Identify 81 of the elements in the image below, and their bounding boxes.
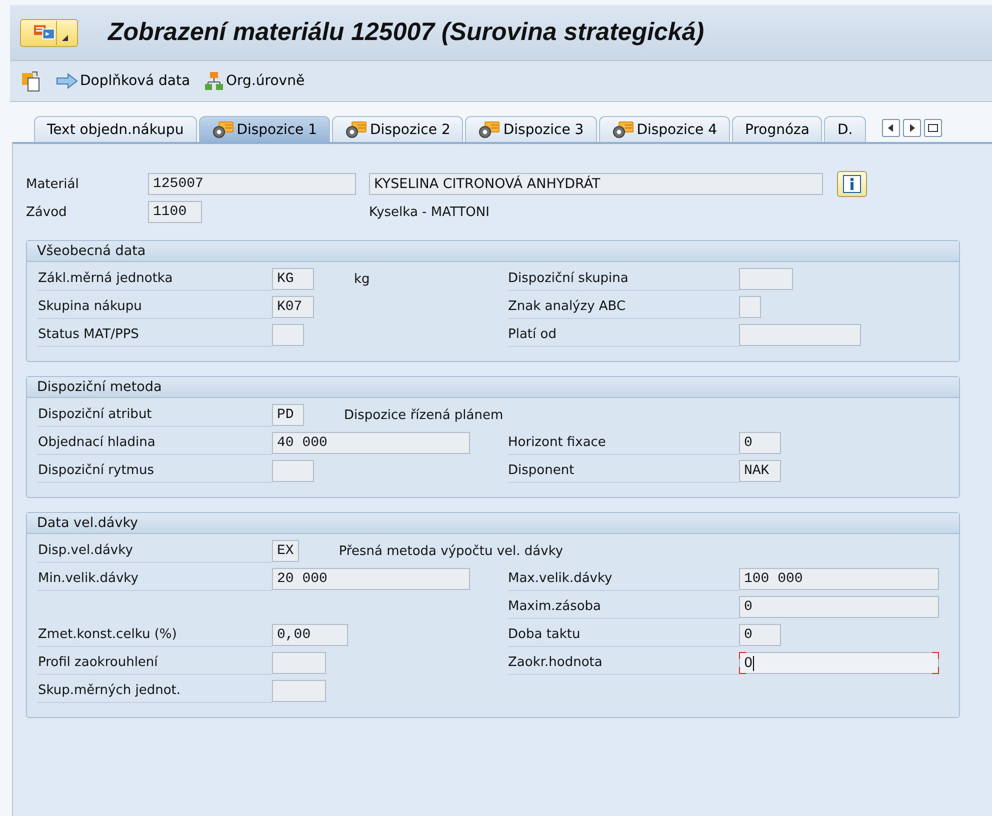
toolbar-button[interactable]: Org.úrovně — [204, 71, 305, 91]
input-field[interactable]: 20 000 — [272, 568, 470, 590]
window-title: Zobrazení materiálu 125007 (Surovina strategická) — [108, 18, 704, 47]
field-label: Dispoziční skupina — [507, 268, 739, 290]
field-label: Dispoziční atribut — [37, 404, 272, 426]
gear-card-icon — [612, 120, 634, 138]
input-field[interactable] — [272, 324, 304, 346]
input-field[interactable]: 0 — [739, 432, 781, 454]
gear-card-icon — [345, 120, 368, 138]
tab[interactable]: Text objedn.nákupu — [34, 116, 197, 142]
input-field[interactable] — [739, 324, 861, 346]
field-description: Přesná metoda výpočtu vel. dávky — [338, 544, 564, 558]
field-label: Skup.měrných jednot. — [37, 680, 272, 702]
field-label: Status MAT/PPS — [37, 324, 272, 346]
tab[interactable]: Dispozice 4 — [598, 116, 730, 142]
input-field[interactable]: 40 000 — [272, 432, 470, 454]
info-icon — [843, 175, 861, 193]
menu-button[interactable] — [20, 18, 78, 46]
input-field[interactable] — [272, 680, 326, 702]
section-title: Data vel.dávky — [27, 513, 959, 534]
field-label: Max.velik.dávky — [507, 568, 739, 590]
plant-name: Kyselka - MATTONI — [369, 204, 490, 220]
input-field[interactable] — [272, 460, 314, 482]
toolbar-button[interactable] — [20, 70, 42, 92]
field-description: Dispozice řízená plánem — [344, 408, 504, 422]
field-label: Zaokr.hodnota — [507, 652, 739, 674]
field-label: Horizont fixace — [507, 432, 739, 454]
input-field[interactable]: 0 — [739, 596, 939, 618]
field-label: Doba taktu — [507, 624, 739, 646]
field-label: Disponent — [507, 460, 739, 482]
scroll-right-button[interactable] — [902, 119, 921, 137]
field-label: Maxim.zásoba — [507, 596, 739, 618]
right-arrow-icon — [908, 124, 915, 132]
gear-card-icon — [212, 120, 234, 138]
input-field[interactable]: 0 — [739, 652, 939, 674]
caret-icon — [62, 34, 68, 40]
toolbar-button[interactable]: Doplňková data — [56, 73, 190, 89]
field-label: Platí od — [507, 324, 739, 346]
input-field[interactable] — [739, 268, 793, 290]
field-label: Zmet.konst.celku (%) — [37, 624, 272, 646]
input-field[interactable] — [272, 652, 326, 674]
input-field[interactable]: EX — [272, 540, 299, 562]
input-field[interactable]: K07 — [272, 296, 314, 318]
arrow-right-icon — [56, 73, 78, 89]
documents-icon — [20, 70, 42, 92]
field-label: Závod — [26, 204, 68, 220]
input-field[interactable]: KYSELINA CITRONOVÁ ANHYDRÁT — [369, 173, 823, 195]
window-icon — [928, 124, 938, 132]
input-field[interactable]: 0,00 — [272, 624, 348, 646]
field-label: Skupina nákupu — [37, 296, 272, 318]
tab-list-button[interactable] — [924, 119, 942, 137]
info-button[interactable] — [837, 171, 867, 197]
input-field[interactable]: 100 000 — [739, 568, 939, 590]
field-label: Disp.vel.dávky — [37, 540, 272, 562]
input-field[interactable]: 1100 — [148, 201, 202, 223]
hierarchy-icon — [204, 71, 224, 91]
input-field[interactable]: NAK — [739, 460, 781, 482]
screen-menu-icon — [33, 22, 56, 42]
input-field[interactable]: PD — [272, 404, 304, 426]
field-description: kg — [354, 272, 370, 286]
gear-card-icon — [478, 120, 500, 138]
tab[interactable]: D. — [824, 116, 866, 142]
scroll-left-button[interactable] — [882, 119, 900, 137]
field-label: Materiál — [26, 176, 80, 192]
section-title: Dispoziční metoda — [27, 377, 959, 398]
field-label: Dispoziční rytmus — [37, 460, 272, 482]
left-arrow-icon — [888, 124, 894, 132]
field-label: Objednací hladina — [37, 432, 272, 454]
input-field[interactable] — [739, 296, 761, 318]
tab[interactable]: Dispozice 2 — [332, 116, 464, 142]
input-field[interactable]: 125007 — [148, 173, 356, 195]
tab[interactable]: Prognóza — [732, 116, 822, 142]
section-title: Všeobecná data — [27, 241, 959, 262]
field-label: Znak analýzy ABC — [507, 296, 739, 318]
input-field[interactable]: 0 — [739, 624, 781, 646]
field-label: Profil zaokrouhlení — [37, 652, 272, 674]
tab[interactable]: Dispozice 1 — [198, 116, 330, 142]
tab[interactable]: Dispozice 3 — [465, 116, 597, 142]
field-label: Zákl.měrná jednotka — [37, 268, 272, 290]
field-label: Min.velik.dávky — [37, 568, 272, 590]
input-field[interactable]: KG — [272, 268, 314, 290]
